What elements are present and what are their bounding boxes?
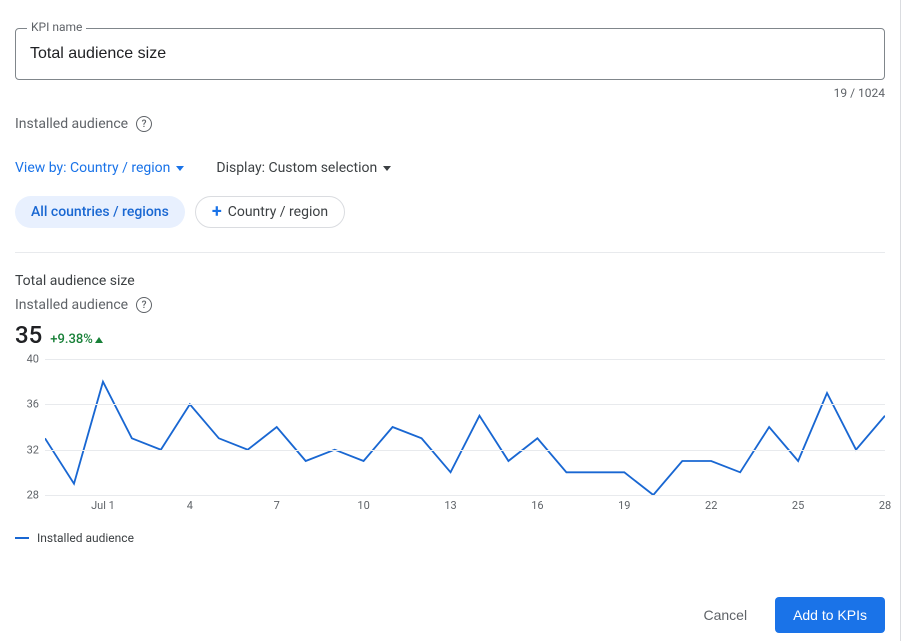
x-tick: Jul 1 [91, 499, 115, 512]
chart-area: 28323640 Jul 14710131619222528 [15, 359, 885, 519]
legend-swatch [15, 537, 29, 540]
display-label: Display: Custom selection [216, 160, 377, 176]
y-axis: 28323640 [15, 359, 45, 495]
grid-line [45, 495, 885, 496]
metric-value: 35 [15, 321, 42, 349]
chip-all-label: All countries / regions [31, 204, 169, 220]
metric-delta: +9.38% [50, 332, 103, 347]
y-tick: 40 [27, 353, 39, 366]
cancel-button[interactable]: Cancel [691, 599, 759, 631]
grid-line [45, 404, 885, 405]
view-by-dropdown[interactable]: View by: Country / region [15, 160, 184, 176]
help-icon[interactable]: ? [136, 116, 152, 132]
y-tick: 28 [27, 489, 39, 502]
chip-all-countries[interactable]: All countries / regions [15, 196, 185, 228]
x-tick: 19 [618, 499, 630, 512]
x-tick: 22 [705, 499, 717, 512]
x-axis: Jul 14710131619222528 [45, 499, 885, 519]
installed-audience-section-label: Installed audience ? [15, 116, 885, 132]
trend-up-icon [95, 337, 103, 343]
chevron-down-icon [176, 166, 184, 171]
chip-row: All countries / regions + Country / regi… [15, 196, 885, 253]
chart-legend: Installed audience [15, 531, 885, 545]
x-tick: 28 [879, 499, 891, 512]
x-tick: 10 [357, 499, 369, 512]
kpi-name-charcount: 19 / 1024 [15, 86, 885, 100]
kpi-name-label: KPI name [27, 20, 86, 34]
kpi-dialog: Add to your KPIs KPI name 19 / 1024 Inst… [0, 0, 901, 641]
metric-value-row: 35 +9.38% [15, 321, 885, 349]
x-tick: 13 [444, 499, 456, 512]
plot[interactable] [45, 359, 885, 495]
view-by-label: View by: Country / region [15, 160, 170, 176]
metric-sub: Installed audience ? [15, 297, 885, 313]
legend-label: Installed audience [37, 531, 134, 545]
dialog-footer: Cancel Add to KPIs [691, 589, 885, 641]
grid-line [45, 450, 885, 451]
display-dropdown[interactable]: Display: Custom selection [216, 160, 391, 176]
chip-add-label: Country / region [228, 204, 328, 220]
kpi-name-field: KPI name [15, 28, 885, 80]
metric-delta-text: +9.38% [50, 332, 93, 347]
y-tick: 32 [27, 443, 39, 456]
grid-line [45, 359, 885, 360]
installed-audience-text: Installed audience [15, 116, 128, 132]
line-chart-svg [45, 359, 885, 495]
add-to-kpis-button[interactable]: Add to KPIs [775, 597, 885, 633]
x-tick: 7 [274, 499, 280, 512]
x-tick: 4 [187, 499, 193, 512]
help-icon[interactable]: ? [136, 297, 152, 313]
x-tick: 16 [531, 499, 543, 512]
chip-add-country[interactable]: + Country / region [195, 196, 345, 228]
filter-row: View by: Country / region Display: Custo… [15, 160, 885, 176]
kpi-name-input[interactable] [15, 28, 885, 80]
chevron-down-icon [383, 166, 391, 171]
x-tick: 25 [792, 499, 804, 512]
metric-sub-label: Installed audience [15, 297, 128, 313]
metric-name: Total audience size [15, 273, 885, 289]
y-tick: 36 [27, 398, 39, 411]
metric-block: Total audience size Installed audience ?… [15, 273, 885, 349]
